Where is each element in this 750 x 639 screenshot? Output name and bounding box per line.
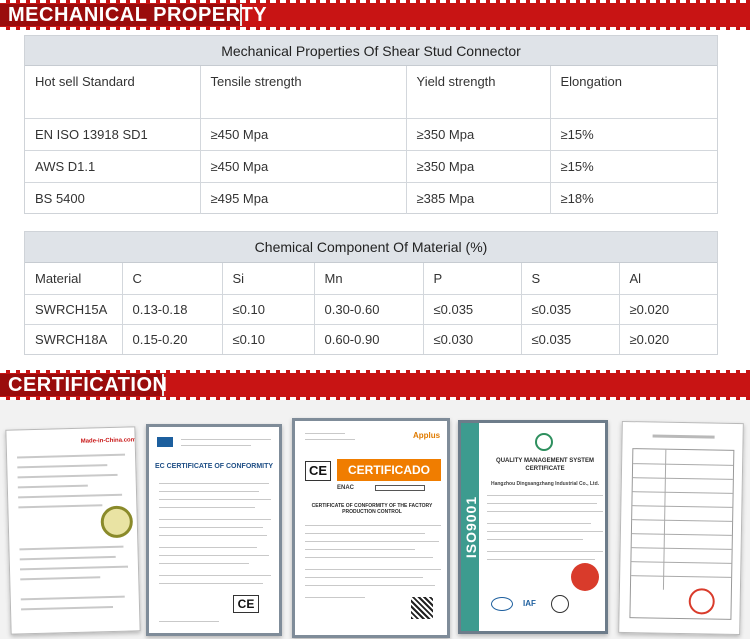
table-cell: AWS D1.1	[25, 150, 201, 183]
chemical-component-table: Chemical Component Of Material (%) Mater…	[24, 231, 718, 355]
table-cell: ≥15%	[550, 150, 717, 183]
column-header: Si	[222, 263, 315, 295]
table-cell: ≥15%	[550, 118, 717, 151]
banner-stripe	[0, 0, 750, 3]
made-in-china-logo: Made-in-China.com	[80, 437, 137, 445]
column-header: S	[521, 263, 620, 295]
column-header: Al	[619, 263, 717, 295]
table-cell: ≤0.10	[222, 324, 315, 354]
mechanical-property-banner: MECHANICAL PROPERTY	[0, 0, 750, 30]
certification-banner: CERTIFICATION	[0, 370, 750, 400]
certificate-made-in-china: Made-in-China.com	[5, 426, 141, 635]
ce-mark-icon: CE	[305, 461, 331, 481]
accreditation-icon	[491, 597, 513, 611]
table-cell: ≤0.035	[521, 324, 620, 354]
certificado-banner: CERTIFICADO	[337, 459, 441, 481]
table-cell: SWRCH15A	[25, 294, 123, 325]
banner-stripe	[0, 27, 750, 30]
certificate-applus: Applus CE CERTIFICADO ENAC CERTIFICATE O…	[292, 418, 450, 638]
table-cell: ≤0.035	[423, 294, 522, 325]
red-stamp-icon	[688, 588, 715, 615]
table-cell: 0.60-0.90	[314, 324, 424, 354]
table-cell: ≥350 Mpa	[406, 150, 551, 183]
table-cell: 0.30-0.60	[314, 294, 424, 325]
column-header: Yield strength	[406, 66, 551, 119]
table-header-row: Hot sell Standard Tensile strength Yield…	[25, 66, 717, 119]
applus-logo: Applus	[413, 431, 441, 440]
certification-logo-icon	[535, 433, 553, 451]
table-row: AWS D1.1 ≥450 Mpa ≥350 Mpa ≥15%	[25, 150, 717, 183]
seal-icon	[100, 505, 134, 539]
table-row: BS 5400 ≥495 Mpa ≥385 Mpa ≥18%	[25, 182, 717, 214]
table-cell: ≥350 Mpa	[406, 118, 551, 151]
company-name: Hangzhou Dingsangzhang Industrial Co., L…	[490, 481, 600, 487]
table-header-row: Material C Si Mn P S Al	[25, 263, 717, 295]
certificate-iso9001: ISO9001 QUALITY MANAGEMENT SYSTEM CERTIF…	[458, 420, 608, 634]
table-cell: ≥495 Mpa	[200, 182, 407, 214]
qr-code-icon	[411, 597, 433, 619]
table-row: SWRCH18A 0.15-0.20 ≤0.10 0.60-0.90 ≤0.03…	[25, 324, 717, 354]
enac-logo: ENAC	[337, 485, 355, 491]
table-cell: 0.15-0.20	[122, 324, 223, 354]
certificate-ec-conformity: EC CERTIFICATE OF CONFORMITY CE	[146, 424, 282, 636]
mark-icon	[551, 595, 569, 613]
column-header: Material	[25, 263, 123, 295]
certificate-title: EC CERTIFICATE OF CONFORMITY	[154, 463, 274, 470]
ce-mark-icon: CE	[233, 595, 259, 613]
table-row: SWRCH15A 0.13-0.18 ≤0.10 0.30-0.60 ≤0.03…	[25, 294, 717, 325]
column-header: C	[122, 263, 223, 295]
column-header: Elongation	[550, 66, 717, 119]
table-cell: ≤0.035	[521, 294, 620, 325]
code-box	[375, 485, 425, 491]
mechanical-properties-table: Mechanical Properties Of Shear Stud Conn…	[24, 35, 718, 214]
table-cell: SWRCH18A	[25, 324, 123, 354]
certificate-trade-registration	[618, 420, 744, 636]
column-header: P	[423, 263, 522, 295]
column-header: Tensile strength	[200, 66, 407, 119]
certificate-title: QUALITY MANAGEMENT SYSTEM CERTIFICATE	[496, 458, 594, 472]
certificate-title: CERTIFICATE OF CONFORMITY OF THE FACTORY…	[311, 503, 433, 515]
stamp-icon	[571, 563, 599, 591]
table-cell: EN ISO 13918 SD1	[25, 118, 201, 151]
table-row: EN ISO 13918 SD1 ≥450 Mpa ≥350 Mpa ≥15%	[25, 118, 717, 151]
banner-stripe	[0, 370, 750, 373]
registration-form	[629, 448, 735, 620]
table-cell: ≥450 Mpa	[200, 150, 407, 183]
table-cell: ≥18%	[560, 190, 594, 206]
iaf-logo: IAF	[523, 599, 536, 608]
table-cell: 0.13-0.18	[122, 294, 223, 325]
logo-icon	[157, 437, 173, 447]
table-cell: ≤0.030	[423, 324, 522, 354]
table-cell: ≥385 Mpa	[406, 182, 551, 214]
table-cell: ≥450 Mpa	[200, 118, 407, 151]
certificates-gallery: Made-in-China.com EC CERTIFICATE OF CONF…	[0, 400, 750, 639]
chemical-table-caption: Chemical Component Of Material (%)	[25, 232, 717, 263]
mechanical-property-heading: MECHANICAL PROPERTY	[8, 4, 268, 26]
table-cell: ≥0.020	[619, 294, 717, 325]
mechanical-table-caption: Mechanical Properties Of Shear Stud Conn…	[25, 36, 717, 66]
certification-heading: CERTIFICATION	[8, 374, 168, 396]
table-cell: BS 5400	[25, 182, 201, 214]
iso9001-side-label: ISO9001	[463, 495, 479, 559]
column-header: Hot sell Standard	[25, 66, 201, 119]
table-cell: ≥0.020	[629, 331, 670, 347]
table-cell: ≤0.10	[222, 294, 315, 325]
column-header: Mn	[314, 263, 424, 295]
